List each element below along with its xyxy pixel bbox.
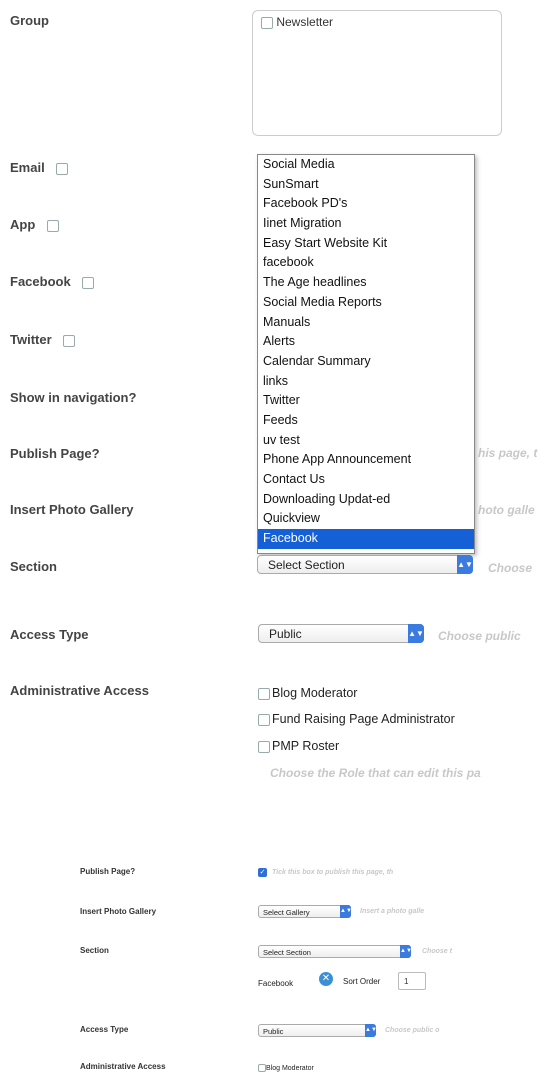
app-label: App [10,217,36,232]
select-arrows-icon: ▲▼ [365,1024,377,1037]
thumb-publish-hint: Tick this box to publish this page, th [272,869,394,876]
newsletter-label: Newsletter [276,15,334,29]
section-option[interactable]: Social Media Reports [258,293,474,313]
publish-label: Publish Page? [10,446,100,461]
email-row: Email [10,160,69,175]
thumb-facebook-text: Facebook [258,979,294,988]
thumb-access-select[interactable]: Public ▲▼ [258,1024,377,1037]
thumb-gallery-select[interactable]: Select Gallery ▲▼ [258,905,352,918]
admin-label: Administrative Access [10,683,149,698]
section-option[interactable]: Twitter [258,391,474,411]
newsletter-checkbox[interactable] [261,16,273,29]
thumb-publish-label: Publish Page? [80,867,136,876]
section-option[interactable]: Manuals [258,313,474,333]
app-row: App [10,217,59,232]
thumb-section-value: Select Section [263,948,311,957]
facebook-label: Facebook [10,274,71,289]
access-select-value: Public [269,627,302,641]
thumb-access-label: Access Type [80,1025,129,1034]
section-option[interactable]: Easy Start Website Kit [258,234,474,254]
publish-hint: his page, t [478,446,538,460]
thumb-access-hint: Choose public o [385,1027,440,1034]
section-option[interactable]: Phone App Announcement [258,450,474,470]
select-arrows-icon: ▲▼ [400,945,412,958]
group-listbox[interactable]: Newsletter [252,10,502,136]
section-option[interactable]: Contact Us [258,470,474,490]
select-arrows-icon: ▲▼ [340,905,352,918]
thumb-section-select[interactable]: Select Section ▲▼ [258,945,412,958]
thumb-sort-input[interactable]: 1 [398,972,426,990]
section-hint: Choose [488,561,533,575]
thumb-gallery-label: Insert Photo Gallery [80,907,157,916]
section-option[interactable]: facebook [258,253,474,273]
role-checkbox[interactable] [258,687,270,700]
app-checkbox[interactable] [46,219,59,232]
role-checkbox[interactable] [258,713,270,726]
role-pmp-roster[interactable]: PMP Roster [258,739,339,753]
thumb-role-label: Blog Moderator [266,1064,314,1072]
role-checkbox[interactable] [258,740,270,753]
group-label: Group [10,13,49,28]
section-label: Section [10,559,57,574]
section-option[interactable]: Alerts [258,332,474,352]
role-fund-raising[interactable]: Fund Raising Page Administrator [258,712,455,726]
twitter-checkbox[interactable] [63,334,76,347]
section-select[interactable]: Select Section ▲▼ [257,555,473,574]
thumb-gallery-hint: Insert a photo galle [360,908,425,915]
thumb-section-label: Section [80,946,109,955]
gallery-label: Insert Photo Gallery [10,502,134,517]
section-option[interactable]: Feeds [258,411,474,431]
section-option[interactable]: Iinet Migration [258,214,474,234]
section-option[interactable]: links [258,372,474,392]
twitter-row: Twitter [10,332,76,347]
thumb-access-value: Public [263,1027,284,1036]
thumb-section-hint: Choose t [422,948,452,955]
email-checkbox[interactable] [56,162,69,175]
thumb-admin-label: Administrative Access [80,1062,166,1071]
role-label: PMP Roster [272,739,340,753]
remove-icon[interactable]: ✕ [319,972,333,986]
section-select-value: Select Section [268,558,345,572]
show-nav-label: Show in navigation? [10,390,137,405]
section-option[interactable]: Downloading Updat-ed [258,490,474,510]
thumb-sort-label: Sort Order [343,977,381,986]
section-option[interactable]: Social Media [258,155,474,175]
section-option[interactable]: SunSmart [258,175,474,195]
twitter-label: Twitter [10,332,52,347]
role-blog-moderator[interactable]: Blog Moderator [258,686,357,700]
thumb-publish-checkbox[interactable]: ✓ [258,868,267,877]
thumb-role-blog-moderator[interactable]: Blog Moderator [258,1064,314,1072]
access-hint: Choose public [438,629,521,643]
section-option[interactable]: uv test [258,431,474,451]
section-option[interactable]: Facebook PD's [258,194,474,214]
gallery-hint: hoto galle [478,503,535,517]
section-option[interactable]: Calendar Summary [258,352,474,372]
role-label: Blog Moderator [272,686,358,700]
section-option[interactable]: Facebook [258,529,474,549]
access-select[interactable]: Public ▲▼ [258,624,424,643]
thumb-role-checkbox[interactable] [258,1064,266,1072]
admin-hint: Choose the Role that can edit this pa [270,766,481,780]
access-label: Access Type [10,627,89,642]
select-arrows-icon: ▲▼ [457,555,473,574]
section-option[interactable]: The Age headlines [258,273,474,293]
section-option[interactable]: Quickview [258,509,474,529]
facebook-row: Facebook [10,274,95,289]
facebook-checkbox[interactable] [82,276,95,289]
group-option-newsletter[interactable]: Newsletter [261,15,333,29]
thumb-gallery-value: Select Gallery [263,908,310,917]
role-label: Fund Raising Page Administrator [272,712,455,726]
email-label: Email [10,160,45,175]
section-dropdown-list[interactable]: Social Media SunSmart Facebook PD's Iinet M… [257,154,475,554]
select-arrows-icon: ▲▼ [408,624,424,643]
